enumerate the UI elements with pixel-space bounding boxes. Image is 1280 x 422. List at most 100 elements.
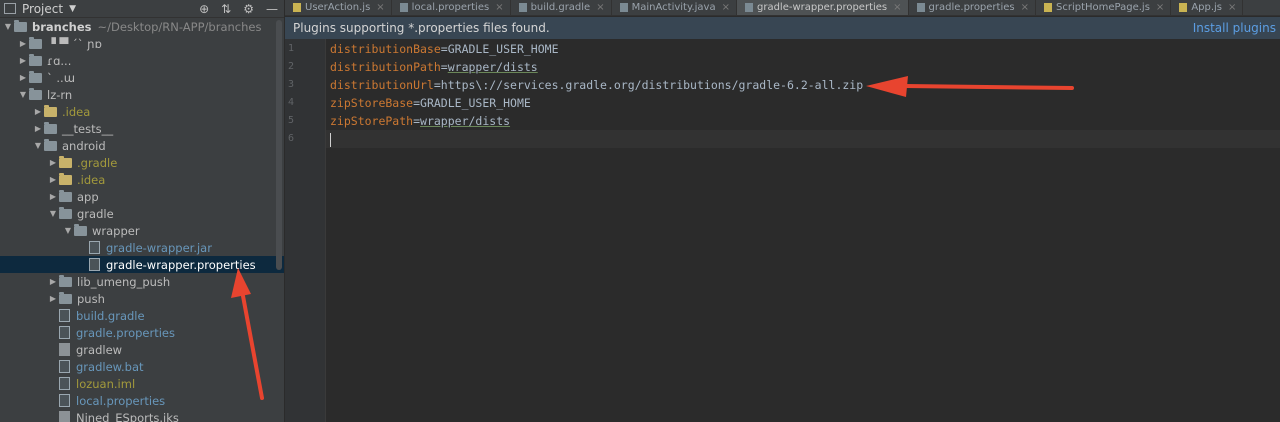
text-cursor [330,132,331,147]
line-number: 2 [288,61,295,72]
editor-tab[interactable]: local.properties × [392,0,511,15]
chevron-right-icon[interactable]: ▶ [32,124,44,133]
gear-icon[interactable]: ⚙ [243,2,254,16]
chevron-right-icon[interactable]: ▶ [47,175,59,184]
code-line[interactable]: zipStoreBase=GRADLE_USER_HOME [326,94,1280,112]
editor-tab[interactable]: ScriptHomePage.js × [1036,0,1172,15]
close-icon[interactable]: × [376,2,384,13]
tree-item-label: gradlew.bat [76,359,144,374]
code-line[interactable]: distributionBase=GRADLE_USER_HOME [326,40,1280,58]
code-editor[interactable]: distributionBase=GRADLE_USER_HOME distrib… [326,39,1280,422]
chevron-down-icon[interactable]: ▼ [32,141,44,150]
line-number: 1 [288,43,295,54]
editor-tab[interactable]: MainActivity.java × [612,0,737,15]
tree-item-label: .idea [62,104,91,119]
tree-item[interactable]: ▶ lib_umeng_push [0,273,284,290]
tree-item[interactable]: Nined_ESports.jks [0,409,284,422]
tree-item[interactable]: ▼ branches ~/Desktop/RN-APP/branches [0,18,284,35]
project-view-header[interactable]: Project ▼ ⊕ ⇅ ⚙ — [0,0,284,18]
file-icon [59,309,70,322]
tree-item-label: branches [32,19,92,34]
folder-icon [44,121,57,134]
tree-item-label: ˋ ..ɯ [47,70,75,85]
editor-tab[interactable]: gradle-wrapper.properties × [736,0,909,15]
folder-icon [29,70,42,83]
close-icon[interactable]: × [722,2,730,13]
chevron-right-icon[interactable]: ▶ [47,294,59,303]
tree-item[interactable]: build.gradle [0,307,284,324]
tree-item-label: .gradle [77,155,118,170]
property-key: distributionPath [330,60,441,74]
tree-item[interactable]: ▼ wrapper [0,222,284,239]
close-icon[interactable]: × [1228,2,1236,13]
file-icon [59,343,70,356]
tree-item[interactable]: gradle-wrapper.jar [0,239,284,256]
tree-item[interactable]: ▶ app [0,188,284,205]
tree-scrollbar[interactable] [276,20,282,270]
tree-item-label: android [62,138,106,153]
tree-item[interactable]: lozuan.iml [0,375,284,392]
close-icon[interactable]: × [596,2,604,13]
editor-tab[interactable]: build.gradle × [511,0,612,15]
property-value: GRADLE_USER_HOME [447,42,559,56]
property-value: GRADLE_USER_HOME [420,96,531,110]
collapse-icon[interactable]: ⇅ [221,2,231,16]
tree-item[interactable]: ▼ lz-rn [0,86,284,103]
tree-item[interactable]: ▶ ɾɑ... [0,52,284,69]
chevron-right-icon[interactable]: ▶ [17,39,29,48]
chevron-right-icon[interactable]: ▶ [47,277,59,286]
editor-tab[interactable]: UserAction.js × [285,0,392,15]
folder-icon [29,87,42,100]
code-line[interactable]: zipStorePath=wrapper/dists [326,112,1280,130]
chevron-down-icon[interactable]: ▼ [2,22,14,31]
tree-item[interactable]: gradlew [0,341,284,358]
chevron-down-icon[interactable]: ▼ [69,4,76,14]
editor-tab[interactable]: gradle.properties × [909,0,1036,15]
chevron-down-icon[interactable]: ▼ [47,209,59,218]
file-icon [59,326,70,339]
tree-item[interactable]: gradle-wrapper.properties [0,256,284,273]
tree-item[interactable]: ▶ .idea [0,171,284,188]
tree-item-label: lz-rn [47,87,73,102]
chevron-right-icon[interactable]: ▶ [17,73,29,82]
file-icon [518,3,527,12]
locate-icon[interactable]: ⊕ [199,2,209,16]
chevron-down-icon[interactable]: ▼ [17,90,29,99]
tree-item-label: local.properties [76,393,166,408]
tree-item[interactable]: ▼ gradle [0,205,284,222]
close-icon[interactable]: × [893,2,901,13]
code-line[interactable]: distributionUrl=https\://services.gradle… [326,76,1280,94]
line-number: 3 [288,79,295,90]
tree-item[interactable]: ▶ ▝ ▀ ˊˋ ɲɒ [0,35,284,52]
code-line[interactable]: distributionPath=wrapper/dists [326,58,1280,76]
tree-item-label: app [77,189,99,204]
project-view-label[interactable]: Project [22,2,63,16]
chevron-right-icon[interactable]: ▶ [32,107,44,116]
close-icon[interactable]: × [495,2,503,13]
chevron-right-icon[interactable]: ▶ [47,158,59,167]
chevron-down-icon[interactable]: ▼ [62,226,74,235]
file-icon [89,258,100,271]
chevron-right-icon[interactable]: ▶ [47,192,59,201]
chevron-right-icon[interactable]: ▶ [17,56,29,65]
editor-tab[interactable]: App.js × [1171,0,1244,15]
code-line[interactable] [326,130,1280,148]
close-icon[interactable]: × [1021,2,1029,13]
equals-sign: = [413,114,421,128]
minimize-icon[interactable]: — [266,2,278,16]
install-plugins-link[interactable]: Install plugins [1193,21,1276,35]
tree-item[interactable]: ▶ .idea [0,103,284,120]
tree-item-label: __tests__ [62,121,114,136]
tree-item[interactable]: gradle.properties [0,324,284,341]
tree-item[interactable]: ▶ ˋ ..ɯ [0,69,284,86]
tree-item[interactable]: ▼ android [0,137,284,154]
tree-item[interactable]: ▶ push [0,290,284,307]
tree-item[interactable]: ▶ .gradle [0,154,284,171]
tree-item-label: wrapper [92,223,140,238]
close-icon[interactable]: × [1156,2,1164,13]
tree-item-label: gradle-wrapper.properties [106,257,256,272]
tree-item[interactable]: local.properties [0,392,284,409]
tree-item-label: .idea [77,172,106,187]
tree-item[interactable]: gradlew.bat [0,358,284,375]
tree-item[interactable]: ▶ __tests__ [0,120,284,137]
